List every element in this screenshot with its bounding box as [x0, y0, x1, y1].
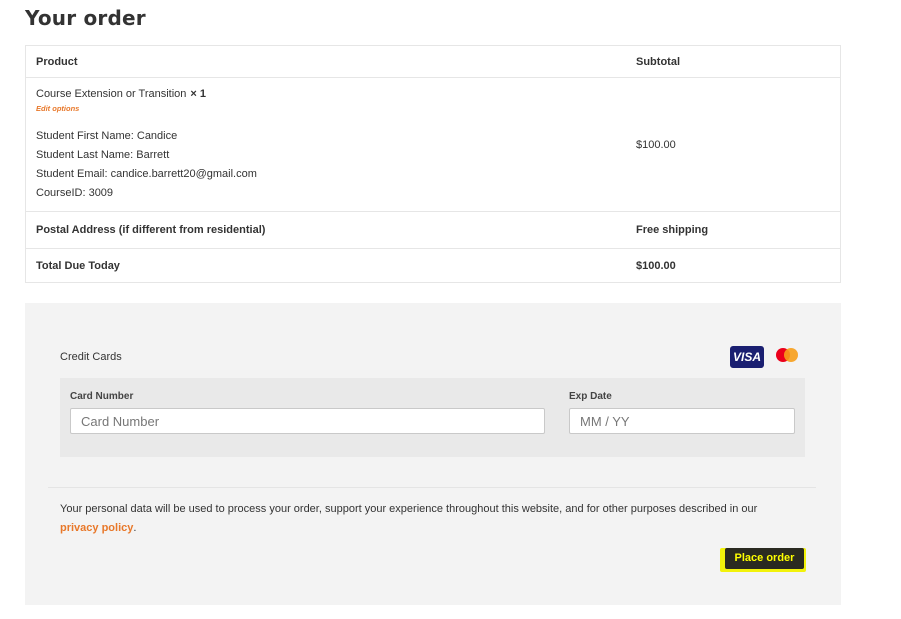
table-header-row: Product Subtotal: [26, 46, 840, 78]
total-label: Total Due Today: [36, 259, 120, 272]
divider: [48, 487, 816, 488]
product-subtotal: $100.00: [636, 138, 676, 151]
privacy-policy-link[interactable]: privacy policy: [60, 522, 133, 534]
place-order-button[interactable]: Place order: [725, 548, 804, 569]
product-header: Product: [36, 55, 78, 68]
exp-date-input[interactable]: [569, 408, 795, 434]
product-quantity: × 1: [190, 88, 207, 100]
card-number-input[interactable]: [70, 408, 545, 434]
privacy-end: .: [133, 522, 137, 534]
shipping-value: Free shipping: [636, 224, 709, 236]
student-last-name: Student Last Name: Barrett: [36, 149, 170, 161]
page-title: Your order: [25, 6, 146, 30]
total-value: $100.00: [636, 259, 676, 272]
student-first-name: Student First Name: Candice: [36, 130, 178, 142]
product-name: Course Extension or Transition: [36, 88, 187, 100]
shipping-row: Postal Address (if different from reside…: [26, 212, 840, 249]
card-number-label: Card Number: [70, 391, 134, 402]
credit-cards-label: Credit Cards: [60, 351, 122, 363]
student-email: Student Email: candice.barrett20@gmail.c…: [36, 168, 257, 180]
order-table: Product Subtotal Course Extension or Tra…: [25, 45, 841, 283]
total-row: Total Due Today $100.00: [26, 249, 840, 282]
payment-section: Credit Cards VISA Card Number Exp Date Y…: [25, 303, 841, 605]
privacy-text: Your personal data will be used to proce…: [60, 503, 758, 515]
product-meta: Student First Name: Candice Student Last…: [36, 127, 627, 203]
table-row: Course Extension or Transition × 1 Edit o…: [26, 78, 840, 212]
card-fields-box: Card Number Exp Date: [60, 378, 805, 457]
privacy-notice: Your personal data will be used to proce…: [60, 500, 800, 538]
subtotal-header: Subtotal: [636, 55, 680, 68]
course-id: CourseID: 3009: [36, 187, 114, 199]
exp-date-label: Exp Date: [569, 391, 612, 402]
edit-options-link[interactable]: Edit options: [36, 104, 627, 113]
place-order-highlight: Place order: [720, 548, 806, 572]
mastercard-logo-icon: [773, 346, 801, 368]
shipping-label: Postal Address (if different from reside…: [36, 224, 266, 236]
visa-logo-icon: VISA: [730, 346, 764, 368]
